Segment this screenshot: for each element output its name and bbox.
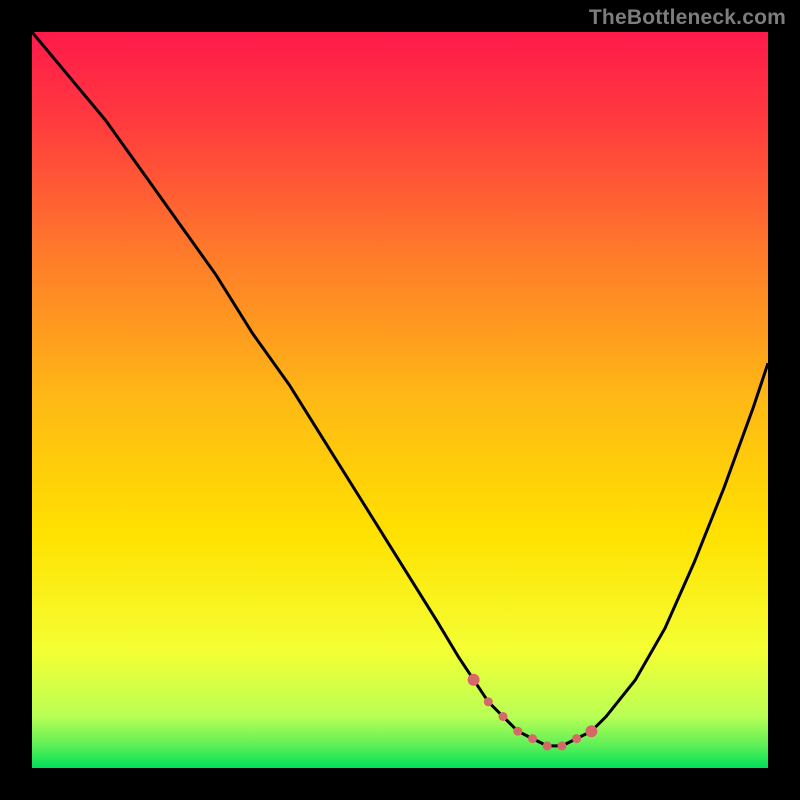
sweet-spot-dot (484, 697, 493, 706)
sweet-spot-dot (513, 727, 522, 736)
sweet-spot-dot (557, 741, 566, 750)
gradient-background (32, 32, 768, 768)
sweet-spot-dot (499, 712, 508, 721)
sweet-spot-dot (572, 734, 581, 743)
sweet-spot-dot (543, 741, 552, 750)
sweet-spot-dot (468, 674, 480, 686)
bottleneck-chart (0, 0, 800, 800)
sweet-spot-dot (585, 725, 597, 737)
watermark-text: TheBottleneck.com (589, 6, 786, 30)
sweet-spot-dot (528, 734, 537, 743)
chart-container: TheBottleneck.com (0, 0, 800, 800)
